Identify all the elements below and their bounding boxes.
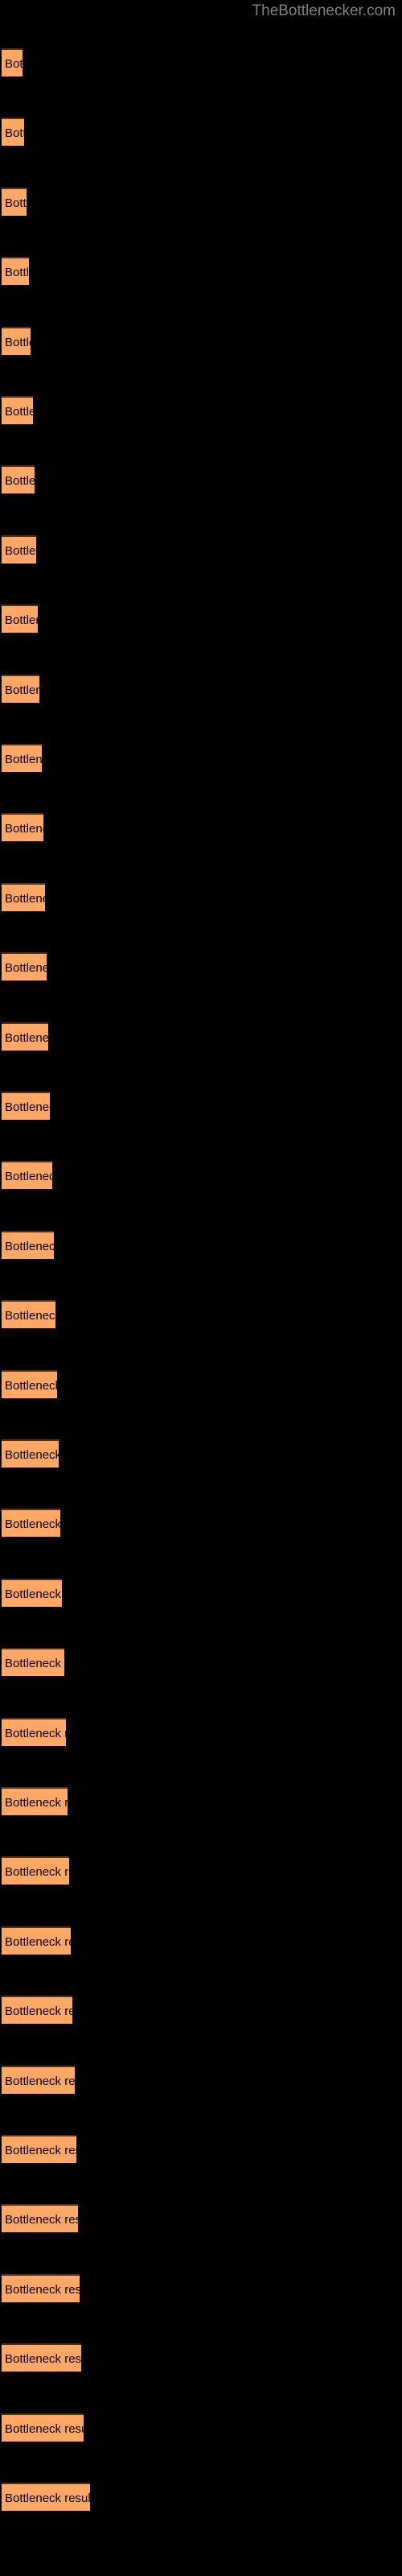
bar-label: Bottleneck result xyxy=(5,1030,48,1045)
bar[interactable]: Bottleneck result xyxy=(2,1926,71,1955)
bar-label: Bottleneck result xyxy=(5,961,47,976)
bar[interactable]: Bottleneck result xyxy=(2,2204,78,2233)
bar-label: Bottleneck result xyxy=(5,1170,52,1184)
bar-label: Bottleneck result xyxy=(5,2213,78,2227)
bar-label: Bottleneck result xyxy=(5,1934,71,1949)
bar-label: Bottleneck result xyxy=(5,2074,75,2088)
bar[interactable]: Bottleneck result xyxy=(2,326,31,355)
bar[interactable]: Bottleneck result xyxy=(2,1717,66,1746)
bar[interactable]: Bottleneck result xyxy=(2,1996,72,2025)
bar[interactable]: Bottleneck result xyxy=(2,882,45,911)
bar-label: Bottleneck result xyxy=(5,1239,54,1253)
bar-label: Bottleneck result xyxy=(5,613,38,628)
bar-label: Bottleneck result xyxy=(5,196,27,210)
bar[interactable]: Bottleneck result xyxy=(2,674,39,703)
bar[interactable]: Bottleneck result xyxy=(2,813,43,842)
bar[interactable]: Bottleneck result xyxy=(2,1300,55,1329)
bar-label: Bottleneck result xyxy=(5,57,23,71)
bar[interactable]: Bottleneck result xyxy=(2,1369,57,1398)
bar-label: Bottleneck result xyxy=(5,2282,80,2297)
bar-label: Bottleneck result xyxy=(5,1378,57,1393)
bar[interactable]: Bottleneck result xyxy=(2,2413,84,2442)
bar-label: Bottleneck result xyxy=(5,1796,68,1810)
bar[interactable]: Bottleneck result xyxy=(2,1648,64,1677)
bar[interactable]: Bottleneck result xyxy=(2,1022,48,1051)
bar-label: Bottleneck result xyxy=(5,753,42,766)
bar-label: Bottleneck result xyxy=(5,126,24,141)
bar[interactable]: Bottleneck result xyxy=(2,605,38,634)
bar-label: Bottleneck result xyxy=(5,1657,64,1671)
bar[interactable]: Bottleneck result xyxy=(2,1787,68,1815)
bar[interactable]: Bottleneck result xyxy=(2,535,36,564)
bar[interactable]: Bottleneck result xyxy=(2,1856,69,1885)
bar[interactable]: Bottleneck result xyxy=(2,465,35,494)
bar[interactable]: Bottleneck result xyxy=(2,1092,50,1120)
bar-label: Bottleneck result xyxy=(5,2352,81,2367)
bar[interactable]: Bottleneck result xyxy=(2,1509,60,1538)
bar-label: Bottleneck result xyxy=(5,335,31,349)
bar[interactable]: Bottleneck result xyxy=(2,1161,52,1190)
bar-label: Bottleneck result xyxy=(5,1100,50,1114)
bar-label: Bottleneck result xyxy=(5,1517,60,1532)
bar[interactable]: Bottleneck result xyxy=(2,187,27,216)
bar-label: Bottleneck result xyxy=(5,2491,90,2505)
bar[interactable]: Bottleneck result xyxy=(2,396,33,424)
bar[interactable]: Bottleneck result xyxy=(2,952,47,981)
bar-label: Bottleneck result xyxy=(5,543,36,558)
bar[interactable]: Bottleneck result xyxy=(2,1578,62,1607)
bar[interactable]: Bottleneck result xyxy=(2,744,42,772)
bar[interactable]: Bottleneck result xyxy=(2,1439,59,1468)
bar[interactable]: Bottleneck result xyxy=(2,2065,75,2094)
bar-label: Bottleneck result xyxy=(5,2421,84,2436)
bar-label: Bottleneck result xyxy=(5,1309,55,1323)
bar-label: Bottleneck result xyxy=(5,1726,66,1740)
bar[interactable]: Bottleneck result xyxy=(2,2343,81,2372)
bottleneck-bar-chart: Bottleneck result Bottleneck result Bottle… xyxy=(0,0,402,2576)
bar-label: Bottleneck result xyxy=(5,405,33,419)
bar[interactable]: Bottleneck result xyxy=(2,118,24,147)
bar-label: Bottleneck result xyxy=(5,474,35,489)
bar[interactable]: Bottleneck result xyxy=(2,2135,76,2163)
bar-label: Bottleneck result xyxy=(5,1448,59,1462)
bar[interactable]: Bottleneck result xyxy=(2,1230,54,1259)
bar-label: Bottleneck result xyxy=(5,1587,62,1601)
bar[interactable]: Bottleneck result xyxy=(2,2483,90,2511)
bar[interactable]: Bottleneck result xyxy=(2,48,23,76)
bar-label: Bottleneck result xyxy=(5,1865,69,1880)
bar-label: Bottleneck result xyxy=(5,822,43,836)
bar[interactable]: Bottleneck result xyxy=(2,2273,80,2302)
bar-label: Bottleneck result xyxy=(5,683,39,697)
bar-label: Bottleneck result xyxy=(5,891,45,906)
bar-label: Bottleneck result xyxy=(5,2004,72,2019)
bar[interactable]: Bottleneck result xyxy=(2,257,29,286)
bar-label: Bottleneck result xyxy=(5,2144,76,2157)
page-root: TheBottlenecker.com Bottleneck resultBot… xyxy=(0,0,402,2576)
bar-label: Bottleneck result xyxy=(5,266,29,280)
